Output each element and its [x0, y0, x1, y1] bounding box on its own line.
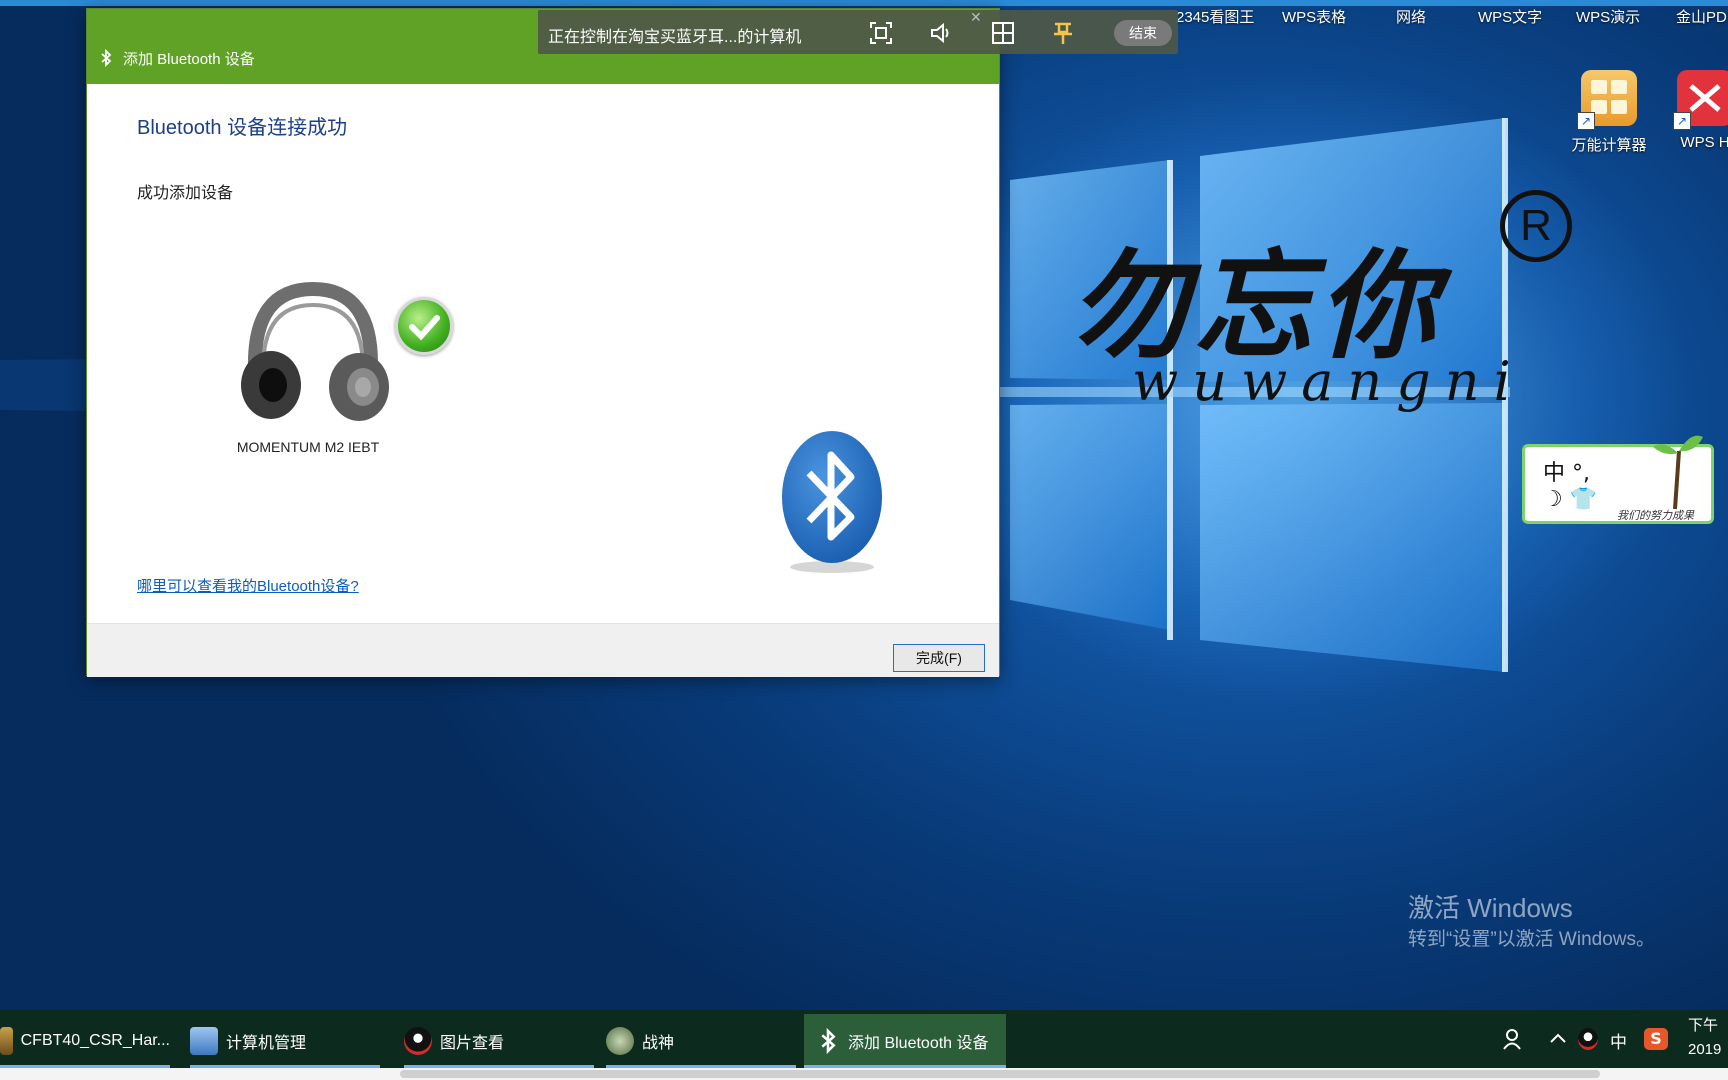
shortcut-arrow-icon: ↗: [1673, 112, 1691, 130]
dialog-title: 添加 Bluetooth 设备: [123, 51, 255, 68]
taskbar-item-image-viewer[interactable]: 图片查看: [404, 1014, 594, 1068]
toolbar-close-icon[interactable]: ✕: [970, 10, 982, 26]
app-icon: [0, 1027, 13, 1055]
sogou-ime-icon[interactable]: S: [1644, 1028, 1668, 1050]
dialog-heading: Bluetooth 设备连接成功: [137, 117, 348, 139]
clock-year: 2019: [1688, 1041, 1722, 1058]
ime-slogan: 我们的努力成果: [1617, 509, 1694, 522]
ime-status-widget[interactable]: 中 °, ☽ 👕 我们的努力成果: [1522, 435, 1714, 524]
bluetooth-icon: [821, 1028, 836, 1054]
taskbar-item-label: 图片查看: [440, 1035, 505, 1052]
taskbar-item-zhanshen[interactable]: 战神: [606, 1014, 796, 1068]
brand-english-text: wuwangni: [1132, 350, 1525, 413]
taskbar-item-label: CFBT40_CSR_Har...: [20, 1032, 170, 1049]
remote-control-status: 正在控制在淘宝买蓝牙耳...的计算机: [548, 29, 802, 46]
video-progress-bar[interactable]: [400, 1070, 1600, 1078]
dialog-subheading: 成功添加设备: [137, 185, 234, 202]
bluetooth-icon: [101, 49, 112, 67]
bluetooth-help-link[interactable]: 哪里可以查看我的Bluetooth设备?: [137, 575, 359, 596]
desktop-label-2345[interactable]: 2345看图王: [1176, 6, 1254, 27]
device-name: MOMENTUM M2 IEBT: [236, 439, 380, 455]
ime-tray-indicator[interactable]: 中: [1610, 1028, 1627, 1053]
activate-windows-subtitle: 转到“设置”以激活 Windows。: [1408, 929, 1656, 950]
desktop-label-wps-present[interactable]: WPS演示: [1576, 6, 1640, 27]
brand-watermark: 勿忘你 R wuwangni: [1060, 190, 1580, 430]
qq-tray-icon[interactable]: [1578, 1028, 1598, 1050]
ime-options: ☽ 👕: [1543, 487, 1598, 512]
calculator-icon: ↗: [1577, 70, 1637, 130]
desktop-icon-calculator[interactable]: ↗ 万能计算器: [1564, 70, 1654, 155]
dialog-footer: 完成(F): [87, 623, 999, 677]
checkmark-glyph: [409, 315, 440, 341]
headphones-icon: [241, 281, 389, 421]
remote-control-toolbar: 正在控制在淘宝买蓝牙耳...的计算机 ✕ 结束: [538, 10, 1178, 54]
wps-icon: ↗: [1673, 70, 1728, 130]
qq-penguin-icon: [404, 1027, 432, 1055]
taskbar-item-computer-management[interactable]: 计算机管理: [190, 1014, 380, 1068]
desktop-icon-label: WPS H: [1680, 134, 1728, 151]
registered-mark: R: [1500, 190, 1572, 262]
finish-button[interactable]: 完成(F): [893, 644, 985, 672]
success-check-icon: [395, 297, 453, 355]
activate-windows-title: 激活 Windows: [1408, 893, 1573, 923]
game-icon: [606, 1027, 634, 1055]
end-session-button[interactable]: 结束: [1114, 20, 1172, 46]
window-mode-icon[interactable]: [990, 20, 1016, 46]
ime-mode: 中 °,: [1543, 461, 1590, 486]
desktop-label-wps-sheets[interactable]: WPS表格: [1282, 6, 1346, 27]
sprout-icon: [1653, 435, 1703, 510]
paired-device: MOMENTUM M2 IEBT: [213, 279, 403, 455]
desktop-icon-label: 万能计算器: [1571, 137, 1647, 154]
system-clock[interactable]: 下午 2019: [1688, 1014, 1721, 1062]
chevron-up-icon[interactable]: [1548, 1030, 1568, 1046]
bluetooth-logo-icon: [782, 431, 882, 573]
desktop-label-wps-writer[interactable]: WPS文字: [1478, 6, 1542, 27]
fullscreen-icon[interactable]: [868, 20, 894, 46]
taskbar-item-label: 计算机管理: [226, 1035, 307, 1052]
clock-period: 下午: [1688, 1017, 1719, 1034]
taskbar-item-cfbt40[interactable]: CFBT40_CSR_Har...: [0, 1014, 170, 1068]
taskbar-item-label: 添加 Bluetooth 设备: [848, 1035, 989, 1052]
shortcut-arrow-icon: ↗: [1577, 112, 1595, 130]
add-bluetooth-dialog: 添加 Bluetooth 设备 Bluetooth 设备连接成功 成功添加设备 …: [86, 8, 1000, 677]
desktop-label-kingsoft-pdf[interactable]: 金山PD: [1676, 6, 1727, 27]
volume-icon[interactable]: [928, 20, 954, 46]
taskbar-item-add-bluetooth[interactable]: 添加 Bluetooth 设备: [804, 1014, 1006, 1068]
pin-icon[interactable]: [1050, 20, 1076, 46]
computer-management-icon: [190, 1027, 218, 1055]
people-icon[interactable]: [1502, 1028, 1526, 1050]
desktop-icon-wps[interactable]: ↗ WPS H: [1660, 70, 1728, 151]
desktop-label-network[interactable]: 网络: [1396, 6, 1426, 27]
taskbar-item-label: 战神: [642, 1035, 675, 1052]
